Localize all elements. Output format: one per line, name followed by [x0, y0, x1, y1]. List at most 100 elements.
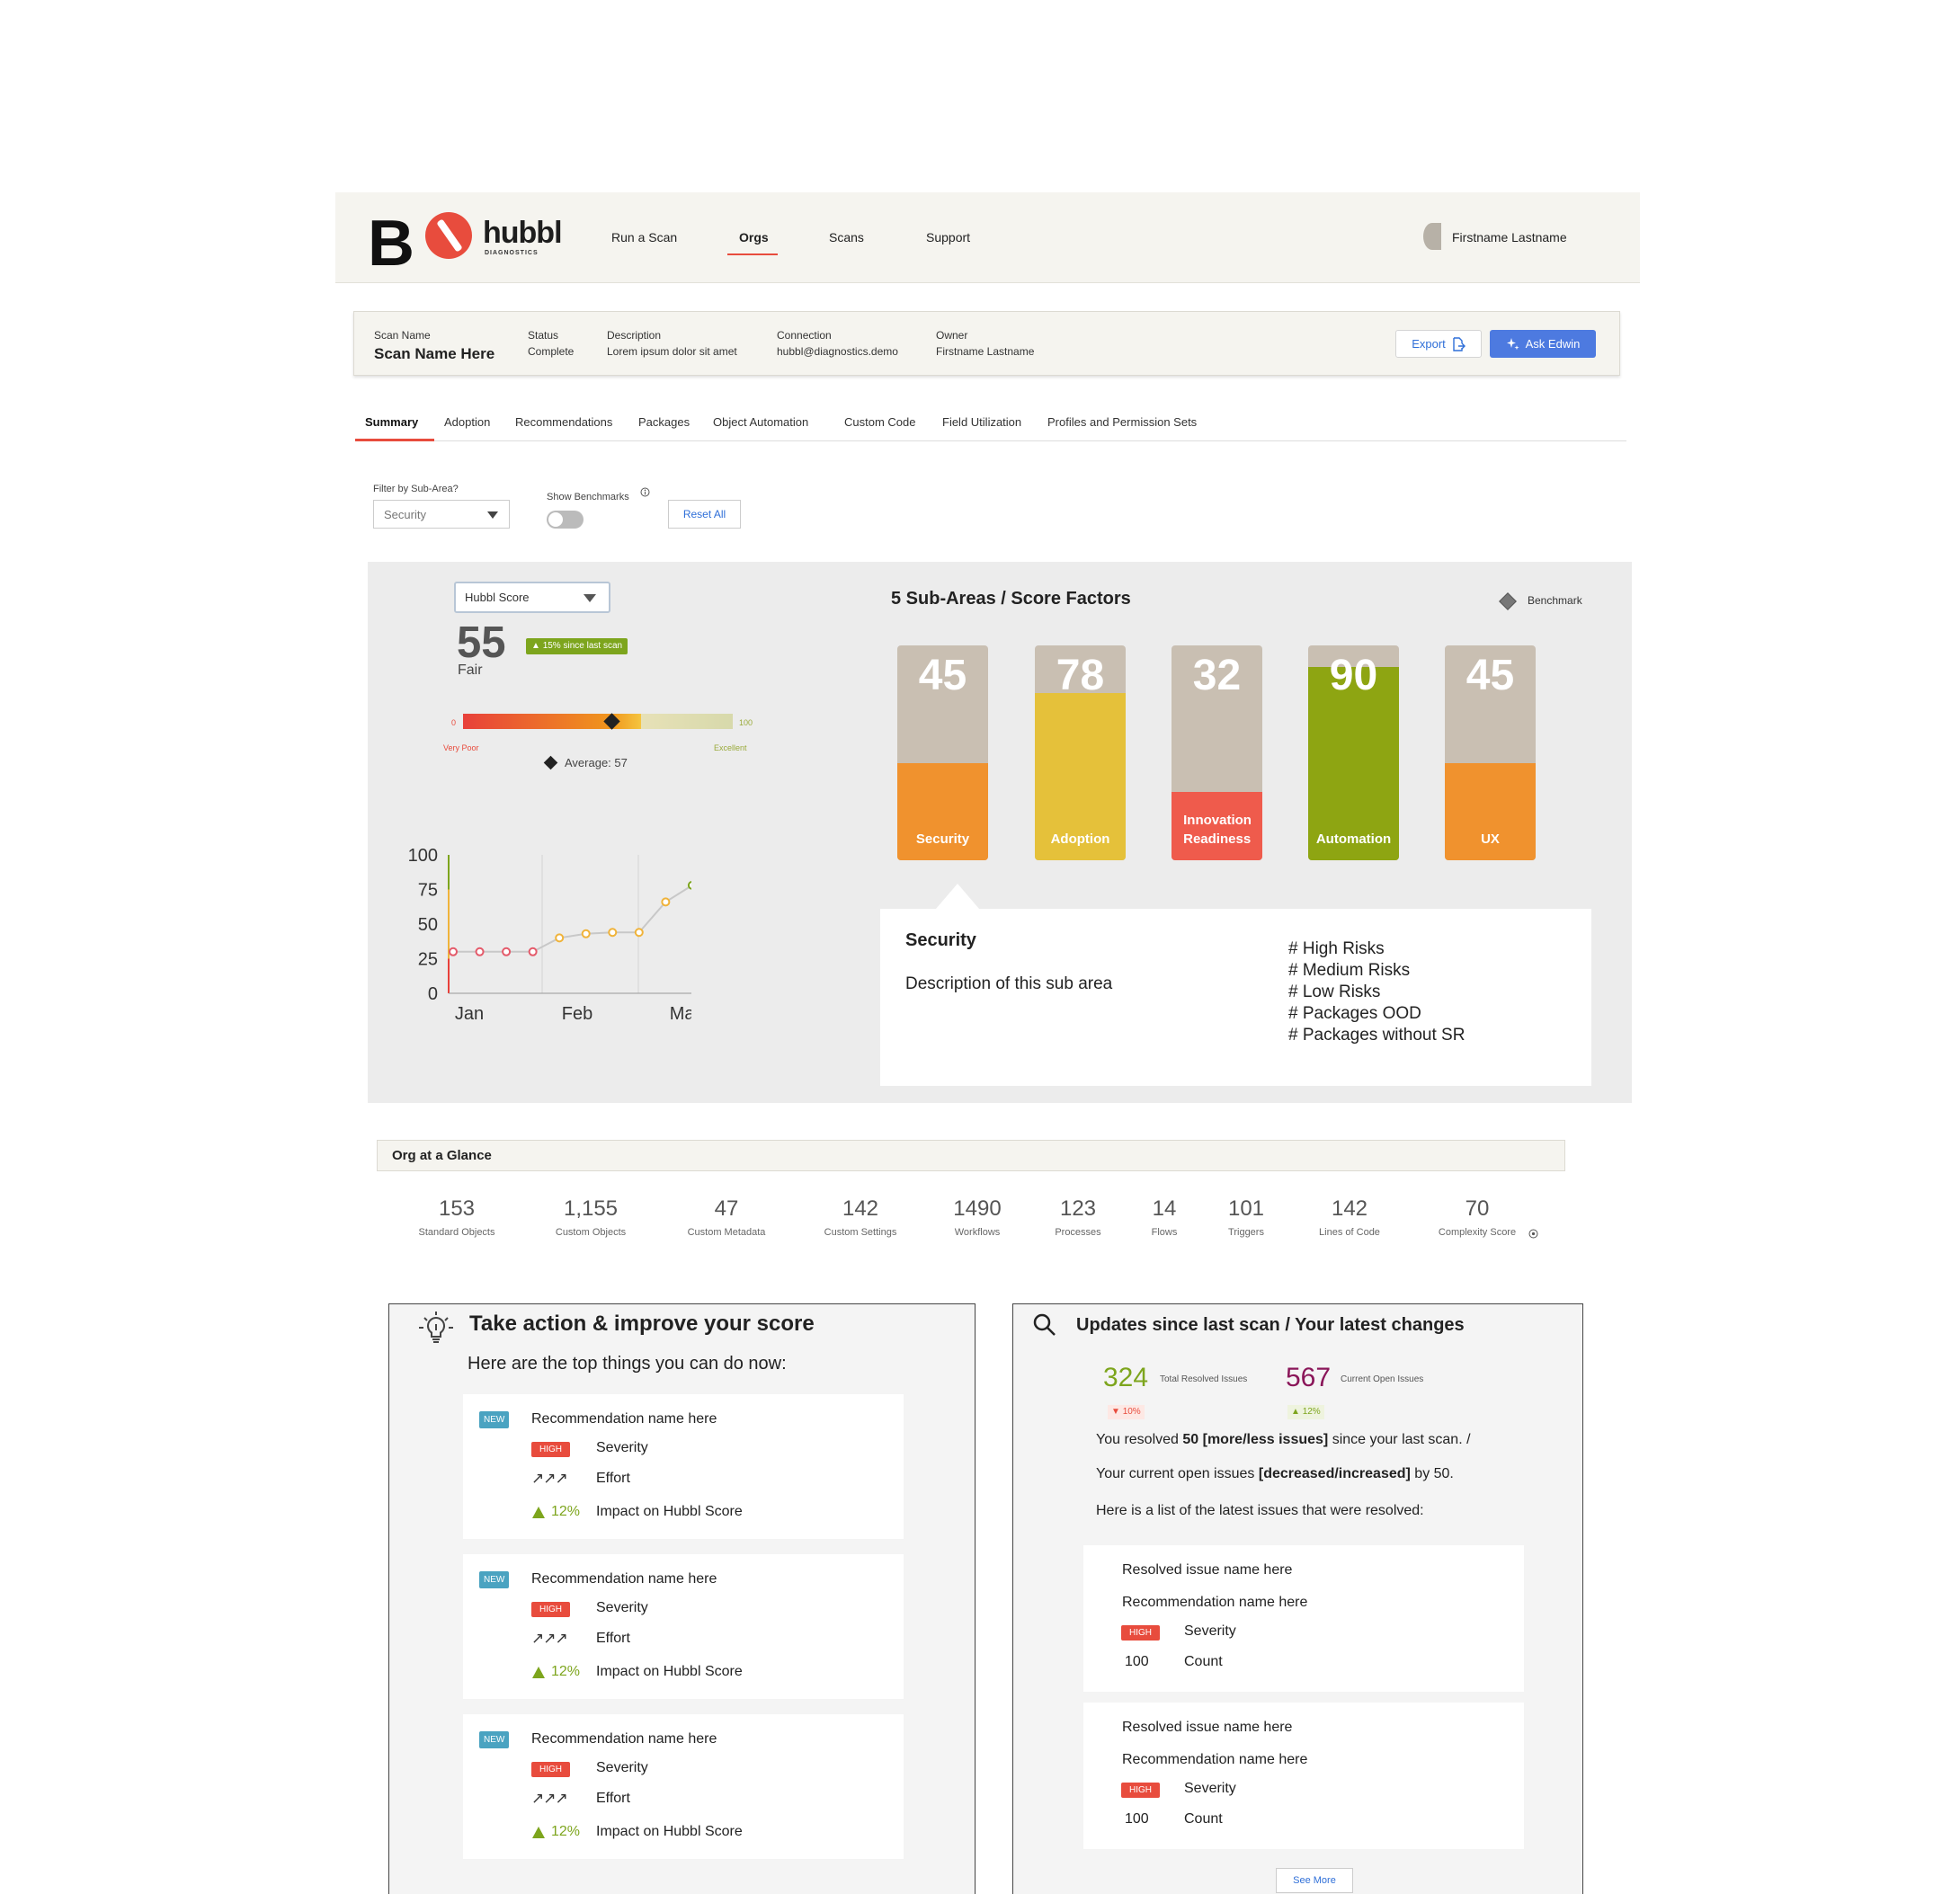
recommendation-name: Recommendation name here — [531, 1731, 717, 1747]
resolved-change-badge: ▼ 10% — [1108, 1405, 1145, 1419]
recommendation-card[interactable]: NEW Recommendation name here HIGH Severity ↗… — [463, 1394, 904, 1539]
stat-value-lines-of-code: 142 — [1331, 1196, 1368, 1221]
chart-point — [502, 947, 512, 956]
detail-pointer — [936, 884, 979, 909]
nav-orgs[interactable]: Orgs — [739, 230, 769, 245]
resolved-issue-card[interactable]: Resolved issue name here Recommendation n… — [1083, 1545, 1524, 1692]
chart-y-tick: 75 — [418, 881, 438, 901]
resolved-issues-value: 324 — [1103, 1363, 1149, 1392]
description-value: Lorem ipsum dolor sit amet — [607, 345, 737, 358]
stat-value-complexity-score: 70 — [1465, 1196, 1490, 1221]
info-icon[interactable] — [1528, 1229, 1538, 1239]
avatar[interactable] — [1423, 223, 1441, 250]
subarea-filter-label: Filter by Sub-Area? — [373, 484, 459, 494]
effort-label: Effort — [596, 1471, 630, 1486]
recommendation-name: Recommendation name here — [1122, 1752, 1308, 1767]
chart-point — [581, 929, 591, 938]
detail-item-packages-ood: # Packages OOD — [1288, 1004, 1421, 1023]
chart-point — [687, 880, 691, 890]
stat-label-custom-settings: Custom Settings — [824, 1227, 897, 1238]
stat-value-custom-metadata: 47 — [714, 1196, 739, 1221]
scan-name-label: Scan Name — [374, 329, 431, 342]
tab-adoption[interactable]: Adoption — [444, 415, 490, 429]
stat-label-lines-of-code: Lines of Code — [1319, 1227, 1380, 1238]
recommendation-card[interactable]: NEW Recommendation name here HIGH Severity ↗… — [463, 1554, 904, 1699]
severity-label: Severity — [596, 1760, 648, 1775]
subarea-bar-ux[interactable]: 45 UX — [1445, 645, 1536, 860]
chart-point — [608, 928, 618, 938]
resolved-issues-label: Total Resolved Issues — [1160, 1374, 1248, 1384]
ask-edwin-button[interactable]: Ask Edwin — [1490, 330, 1596, 358]
status-label: Status — [528, 329, 559, 342]
chart-point — [555, 933, 565, 943]
subarea-filter-value: Security — [384, 508, 426, 521]
tab-object-automation[interactable]: Object Automation — [713, 415, 808, 429]
gauge-max: 100 — [739, 718, 753, 727]
detail-item-packages-without-sr: # Packages without SR — [1288, 1026, 1466, 1045]
subarea-score: 45 — [918, 652, 967, 699]
benchmark-legend-label: Benchmark — [1528, 594, 1582, 607]
tab-packages[interactable]: Packages — [638, 415, 690, 429]
resolved-issue-card[interactable]: Resolved issue name here Recommendation n… — [1083, 1703, 1524, 1849]
new-badge: NEW — [479, 1731, 510, 1748]
subarea-bar-security[interactable]: 45 Security — [897, 645, 988, 860]
chart-x-tick: Jan — [455, 1004, 484, 1024]
see-more-button[interactable]: See More — [1276, 1868, 1353, 1893]
recommendation-card[interactable]: NEW Recommendation name here HIGH Severity ↗… — [463, 1714, 904, 1859]
recommendation-name: Recommendation name here — [1122, 1595, 1308, 1610]
subarea-bar-adoption[interactable]: 78 Adoption — [1035, 645, 1126, 860]
tab-summary[interactable]: Summary — [365, 415, 418, 429]
updates-line-2c: by 50. — [1410, 1466, 1454, 1481]
nav-support[interactable]: Support — [926, 230, 970, 245]
effort-arrows-icon: ↗↗↗ — [531, 1790, 568, 1807]
tab-custom-code[interactable]: Custom Code — [844, 415, 915, 429]
take-action-title: Take action & improve your score — [469, 1312, 815, 1336]
severity-label: Severity — [596, 1440, 648, 1455]
ask-edwin-label: Ask Edwin — [1525, 337, 1581, 351]
export-button[interactable]: Export — [1395, 330, 1482, 358]
stat-label-standard-objects: Standard Objects — [418, 1227, 495, 1238]
chart-y-tick: 100 — [408, 846, 438, 866]
resolved-issue-name: Resolved issue name here — [1122, 1562, 1293, 1578]
info-icon[interactable] — [640, 487, 650, 497]
up-arrow-icon — [532, 1507, 545, 1518]
subarea-bar-automation[interactable]: 90 Automation — [1308, 645, 1399, 860]
open-change-badge: ▲ 12% — [1287, 1405, 1324, 1419]
subarea-score: 45 — [1466, 652, 1515, 699]
open-issues-label: Current Open Issues — [1341, 1374, 1424, 1384]
subarea-label: Automation — [1315, 831, 1392, 847]
status-value: Complete — [528, 345, 575, 358]
user-name[interactable]: Firstname Lastname — [1452, 230, 1567, 245]
effort-arrows-icon: ↗↗↗ — [531, 1630, 568, 1647]
subarea-filter-select[interactable]: Security — [373, 500, 510, 529]
subarea-score: 90 — [1329, 652, 1378, 699]
nav-run-a-scan[interactable]: Run a Scan — [611, 230, 677, 245]
nav-scans[interactable]: Scans — [829, 230, 864, 245]
severity-label: Severity — [596, 1600, 648, 1615]
impact-percent: 12% — [551, 1664, 581, 1679]
detail-title: Security — [905, 930, 976, 950]
tab-recommendations[interactable]: Recommendations — [515, 415, 612, 429]
open-change-text: 12% — [1302, 1407, 1321, 1417]
brand-letter-logo[interactable]: B — [368, 211, 414, 276]
tab-profiles-permission-sets[interactable]: Profiles and Permission Sets — [1047, 415, 1197, 429]
updates-line-1c: since your last scan. / — [1328, 1432, 1471, 1447]
search-icon — [1033, 1313, 1056, 1336]
tab-field-utilization[interactable]: Field Utilization — [942, 415, 1021, 429]
stat-value-standard-objects: 153 — [438, 1196, 476, 1221]
show-benchmarks-toggle[interactable] — [547, 511, 584, 529]
chart-point — [528, 947, 538, 956]
new-badge: NEW — [479, 1571, 510, 1588]
score-trend-chart: 100 75 50 25 0 Jan Feb Mar — [408, 846, 691, 1024]
owner-value: Firstname Lastname — [936, 345, 1035, 358]
subarea-bar-innovation-readiness[interactable]: 32 Innovation Readiness — [1172, 645, 1262, 860]
updates-line-3: Here is a list of the latest issues that… — [1096, 1503, 1424, 1518]
brand-name: hubbl — [483, 216, 563, 250]
severity-label: Severity — [1184, 1781, 1236, 1796]
impact-label: Impact on Hubbl Score — [596, 1824, 743, 1839]
org-at-a-glance-header: Org at a Glance — [377, 1140, 1565, 1171]
reset-all-button[interactable]: Reset All — [668, 500, 741, 529]
subarea-label: Security — [915, 831, 970, 847]
gauge-high-label: Excellent — [714, 743, 747, 752]
severity-badge: HIGH — [1121, 1783, 1160, 1798]
